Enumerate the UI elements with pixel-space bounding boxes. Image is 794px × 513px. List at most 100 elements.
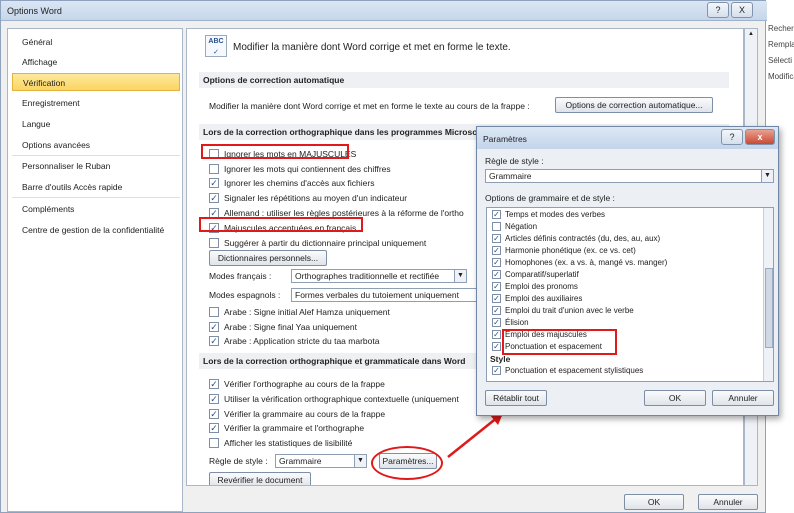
reset-all-button[interactable]: Rétablir tout <box>485 390 547 406</box>
option-label: Suggérer à partir du dictionnaire princi… <box>224 238 427 248</box>
recheck-document-button[interactable]: Revérifier le document <box>209 472 311 485</box>
close-button[interactable]: X <box>731 2 753 18</box>
nav-item-proofing[interactable]: Vérification <box>12 73 180 91</box>
highlight-box <box>201 144 349 159</box>
checkbox[interactable]: ✓ <box>492 342 501 351</box>
checkbox[interactable]: ✓ <box>209 394 219 404</box>
highlight-box <box>199 217 363 232</box>
checkbox[interactable] <box>209 307 219 317</box>
option-label: Arabe : Application stricte du taa marbo… <box>224 336 380 346</box>
checkbox[interactable] <box>209 164 219 174</box>
checkbox[interactable]: ✓ <box>492 234 501 243</box>
list-item: Emploi du trait d'union avec le verbe <box>505 306 634 315</box>
checkbox[interactable]: ✓ <box>209 423 219 433</box>
option-label: Vérifier la grammaire au cours de la fra… <box>224 409 386 419</box>
list-scrollbar[interactable] <box>763 208 773 381</box>
chevron-down-icon: ▼ <box>354 455 366 467</box>
checkbox[interactable]: ✓ <box>209 336 219 346</box>
dialog-style-select[interactable]: Grammaire ▼ <box>485 169 774 183</box>
scroll-thumb[interactable] <box>765 268 773 348</box>
dialog-close-button[interactable]: x <box>745 129 775 145</box>
settings-dialog: Paramètres ? x Règle de style : Grammair… <box>476 126 779 416</box>
nav-divider <box>12 197 180 198</box>
checkbox[interactable]: ✓ <box>492 306 501 315</box>
grammar-options-list: ✓ Temps et modes des verbes Négation ✓ Art… <box>486 207 774 382</box>
french-modes-select[interactable]: Orthographes traditionnelle et rectifiée… <box>291 269 467 283</box>
checkbox[interactable] <box>209 238 219 248</box>
nav-item-display[interactable]: Affichage <box>12 53 180 71</box>
list-item: Comparatif/superlatif <box>505 270 579 279</box>
spanish-modes-select[interactable]: Formes verbales du tutoiement uniquement <box>291 288 481 302</box>
nav-item-general[interactable]: Général <box>12 33 180 51</box>
option-label: Vérifier l'orthographe au cours de la fr… <box>224 379 385 389</box>
checkbox[interactable]: ✓ <box>492 210 501 219</box>
checkbox[interactable]: ✓ <box>209 178 219 188</box>
list-item: Harmonie phonétique (ex. ce vs. cet) <box>505 246 636 255</box>
side-item: Recher <box>768 24 794 33</box>
list-item: Emploi des pronoms <box>505 282 578 291</box>
dialog-help-button[interactable]: ? <box>721 129 743 145</box>
side-item: Sélecti <box>768 56 793 65</box>
autocorrect-section-title: Options de correction automatique <box>199 72 729 88</box>
option-label: Arabe : Signe initial Alef Hamza uniquem… <box>224 307 390 317</box>
option-label: Ignorer les chemins d'accès aux fichiers <box>224 178 375 188</box>
dialog-ok-button[interactable]: OK <box>644 390 706 406</box>
list-item: Articles définis contractés (du, des, au… <box>505 234 661 243</box>
option-label: Ignorer les mots qui contiennent des chi… <box>224 164 391 174</box>
list-item: Négation <box>505 222 538 231</box>
style-rule-select[interactable]: Grammaire ▼ <box>275 454 367 468</box>
style-group-heading: Style <box>490 354 511 364</box>
checkbox[interactable]: ✓ <box>492 318 501 327</box>
cancel-button[interactable]: Annuler <box>698 494 758 510</box>
page-header-text: Modifier la manière dont Word corrige et… <box>233 42 511 53</box>
ok-button[interactable]: OK <box>624 494 684 510</box>
nav-item-quick-access[interactable]: Barre d'outils Accès rapide <box>12 178 180 196</box>
nav-item-addins[interactable]: Compléments <box>12 200 180 218</box>
chevron-down-icon: ▼ <box>761 170 773 182</box>
dialog-title: Paramètres <box>483 134 527 144</box>
help-button[interactable]: ? <box>707 2 729 18</box>
checkbox[interactable]: ✓ <box>492 366 501 375</box>
checkbox[interactable]: ✓ <box>492 258 501 267</box>
list-item: Ponctuation et espacement stylistiques <box>505 366 644 375</box>
title-bar: Options Word ? X <box>1 1 767 21</box>
dialog-title-bar: Paramètres ? x <box>477 127 778 149</box>
nav-item-save[interactable]: Enregistrement <box>12 94 180 112</box>
scroll-up-icon[interactable]: ▲ <box>748 31 754 37</box>
style-rule-label: Règle de style : <box>209 456 268 466</box>
custom-dictionaries-button[interactable]: Dictionnaires personnels... <box>209 250 327 266</box>
dialog-cancel-button[interactable]: Annuler <box>712 390 774 406</box>
nav-item-trust-center[interactable]: Centre de gestion de la confidentialité <box>12 221 180 239</box>
nav-item-ribbon[interactable]: Personnaliser le Ruban <box>12 157 180 175</box>
option-label: Arabe : Signe final Yaa uniquement <box>224 322 357 332</box>
checkbox[interactable]: ✓ <box>492 270 501 279</box>
autocorrect-options-button[interactable]: Options de correction automatique... <box>555 97 713 113</box>
checkbox[interactable]: ✓ <box>492 330 501 339</box>
option-label: Afficher les statistiques de lisibilité <box>224 438 353 448</box>
nav-item-advanced[interactable]: Options avancées <box>12 136 180 154</box>
nav-divider <box>12 155 180 156</box>
checkbox[interactable]: ✓ <box>209 193 219 203</box>
checkbox[interactable]: ✓ <box>492 246 501 255</box>
highlight-ellipse <box>371 446 443 480</box>
list-item: Emploi des auxiliaires <box>505 294 583 303</box>
french-modes-label: Modes français : <box>209 271 272 281</box>
option-label: Signaler les répétitions au moyen d'un i… <box>224 193 408 203</box>
abc-check-icon: ABC ✓ <box>205 35 227 57</box>
checkbox[interactable] <box>209 438 219 448</box>
options-nav: Général Affichage Vérification Enregistr… <box>7 28 183 512</box>
nav-item-language[interactable]: Langue <box>12 115 180 133</box>
checkbox[interactable]: ✓ <box>492 294 501 303</box>
checkbox[interactable] <box>492 222 501 231</box>
list-item: Homophones (ex. a vs. à, mangé vs. mange… <box>505 258 668 267</box>
checkbox[interactable]: ✓ <box>209 322 219 332</box>
autocorrect-desc: Modifier la manière dont Word corrige et… <box>209 101 530 111</box>
checkbox[interactable]: ✓ <box>209 379 219 389</box>
dialog-style-label: Règle de style : <box>485 156 544 166</box>
checkbox[interactable]: ✓ <box>209 409 219 419</box>
window-title: Options Word <box>7 6 62 16</box>
option-label: Utiliser la vérification orthographique … <box>224 394 459 404</box>
list-item: Temps et modes des verbes <box>505 210 606 219</box>
checkbox[interactable]: ✓ <box>492 282 501 291</box>
spanish-modes-label: Modes espagnols : <box>209 290 281 300</box>
